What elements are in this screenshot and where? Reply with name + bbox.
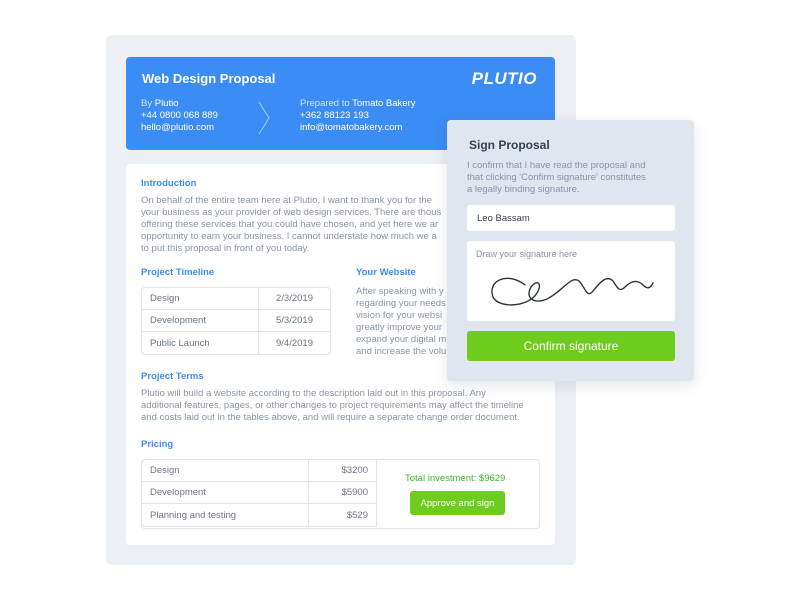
prepared-label: Prepared to: [300, 98, 350, 109]
table-row: Public Launch 9/4/2019: [142, 332, 330, 354]
text-line: and costs laid out in the tables above, …: [141, 412, 520, 423]
by-label: By: [141, 98, 153, 109]
approve-and-sign-button[interactable]: Approve and sign: [410, 491, 505, 515]
recipient-phone: +362 88123 193: [300, 110, 369, 121]
timeline-phase: Development: [142, 310, 258, 332]
terms-title: Project Terms: [141, 371, 204, 382]
chevron-right-icon: [258, 101, 270, 135]
timeline-title: Project Timeline: [141, 267, 215, 278]
text-line: On behalf of the entire team here at Plu…: [141, 195, 432, 206]
sender-info: By Plutio +44 0800 068 889 hello@plutio.…: [141, 98, 218, 134]
total-investment: Total investment: $9629: [405, 473, 506, 484]
text-line: opportunity to earn your business. I can…: [141, 231, 437, 242]
timeline-date: 9/4/2019: [258, 332, 330, 354]
text-line: Plutio will build a website according to…: [141, 388, 486, 399]
text-line: expand your digital m: [356, 334, 447, 345]
text-line: and increase the volu: [356, 346, 447, 357]
pricing-table: Design $3200 Development $5900 Planning …: [141, 459, 377, 527]
recipient-line: Prepared to Tomato Bakery: [300, 98, 416, 110]
pricing-title: Pricing: [141, 439, 174, 450]
signer-name-input[interactable]: Leo Bassam: [467, 205, 675, 231]
pricing-box: Design $3200 Development $5900 Planning …: [141, 459, 540, 529]
table-row: Design $3200: [142, 460, 376, 482]
recipient-name: Tomato Bakery: [352, 98, 416, 109]
table-row: Development 5/3/2019: [142, 310, 330, 332]
text-line: that clicking 'Confirm signature' consti…: [467, 172, 646, 183]
sender-name: Plutio: [154, 98, 179, 109]
website-title: Your Website: [356, 267, 416, 278]
confirm-signature-button[interactable]: Confirm signature: [467, 331, 675, 361]
timeline-phase: Design: [142, 288, 258, 310]
pricing-item: Planning and testing: [150, 509, 237, 521]
pricing-amount: $3200: [308, 460, 376, 482]
introduction-text: On behalf of the entire team here at Plu…: [141, 195, 441, 255]
text-line: greatly improve your: [356, 322, 443, 333]
introduction-title: Introduction: [141, 178, 197, 189]
terms-text: Plutio will build a website according to…: [141, 388, 524, 424]
timeline-date: 5/3/2019: [258, 310, 330, 332]
sender-email[interactable]: hello@plutio.com: [141, 122, 218, 134]
table-row: Planning and testing $529: [142, 504, 376, 526]
recipient-email[interactable]: info@tomatobakery.com: [300, 122, 416, 134]
text-line: to put this proposal in front of you tod…: [141, 243, 310, 254]
pricing-amount: $5900: [308, 482, 376, 504]
pricing-amount: $529: [308, 504, 376, 526]
plutio-logo: PLUTIO: [471, 69, 537, 88]
sign-disclaimer: I confirm that I have read the proposal …: [467, 160, 677, 196]
timeline-phase: Public Launch: [150, 337, 210, 349]
timeline-date: 2/3/2019: [258, 288, 330, 310]
table-row: Design 2/3/2019: [142, 288, 330, 310]
sign-panel-title: Sign Proposal: [469, 138, 550, 152]
text-line: offering these services that you could h…: [141, 219, 439, 230]
timeline-table: Design 2/3/2019 Development 5/3/2019 Pub…: [141, 287, 331, 355]
text-line: a legally binding signature.: [467, 184, 580, 195]
recipient-info: Prepared to Tomato Bakery +362 88123 193…: [300, 98, 416, 134]
text-line: After speaking with y: [356, 286, 444, 297]
sender-phone: +44 0800 068 889: [141, 110, 218, 121]
proposal-title: Web Design Proposal: [142, 71, 276, 86]
signature-pad[interactable]: Draw your signature here: [467, 241, 675, 321]
sender-line: By Plutio: [141, 98, 218, 110]
sign-proposal-panel: Sign Proposal I confirm that I have read…: [447, 120, 694, 381]
text-line: vision for your websi: [356, 310, 443, 321]
text-line: your business as your provider of web de…: [141, 207, 442, 218]
pricing-item: Design: [142, 460, 308, 482]
signature-drawing: [491, 277, 654, 306]
text-line: I confirm that I have read the proposal …: [467, 160, 646, 171]
website-text: After speaking with y regarding your nee…: [356, 286, 446, 358]
text-line: additional features, pages, or other cha…: [141, 400, 524, 411]
text-line: regarding your needs: [356, 298, 446, 309]
table-row: Development $5900: [142, 482, 376, 504]
pricing-item: Development: [142, 482, 308, 504]
